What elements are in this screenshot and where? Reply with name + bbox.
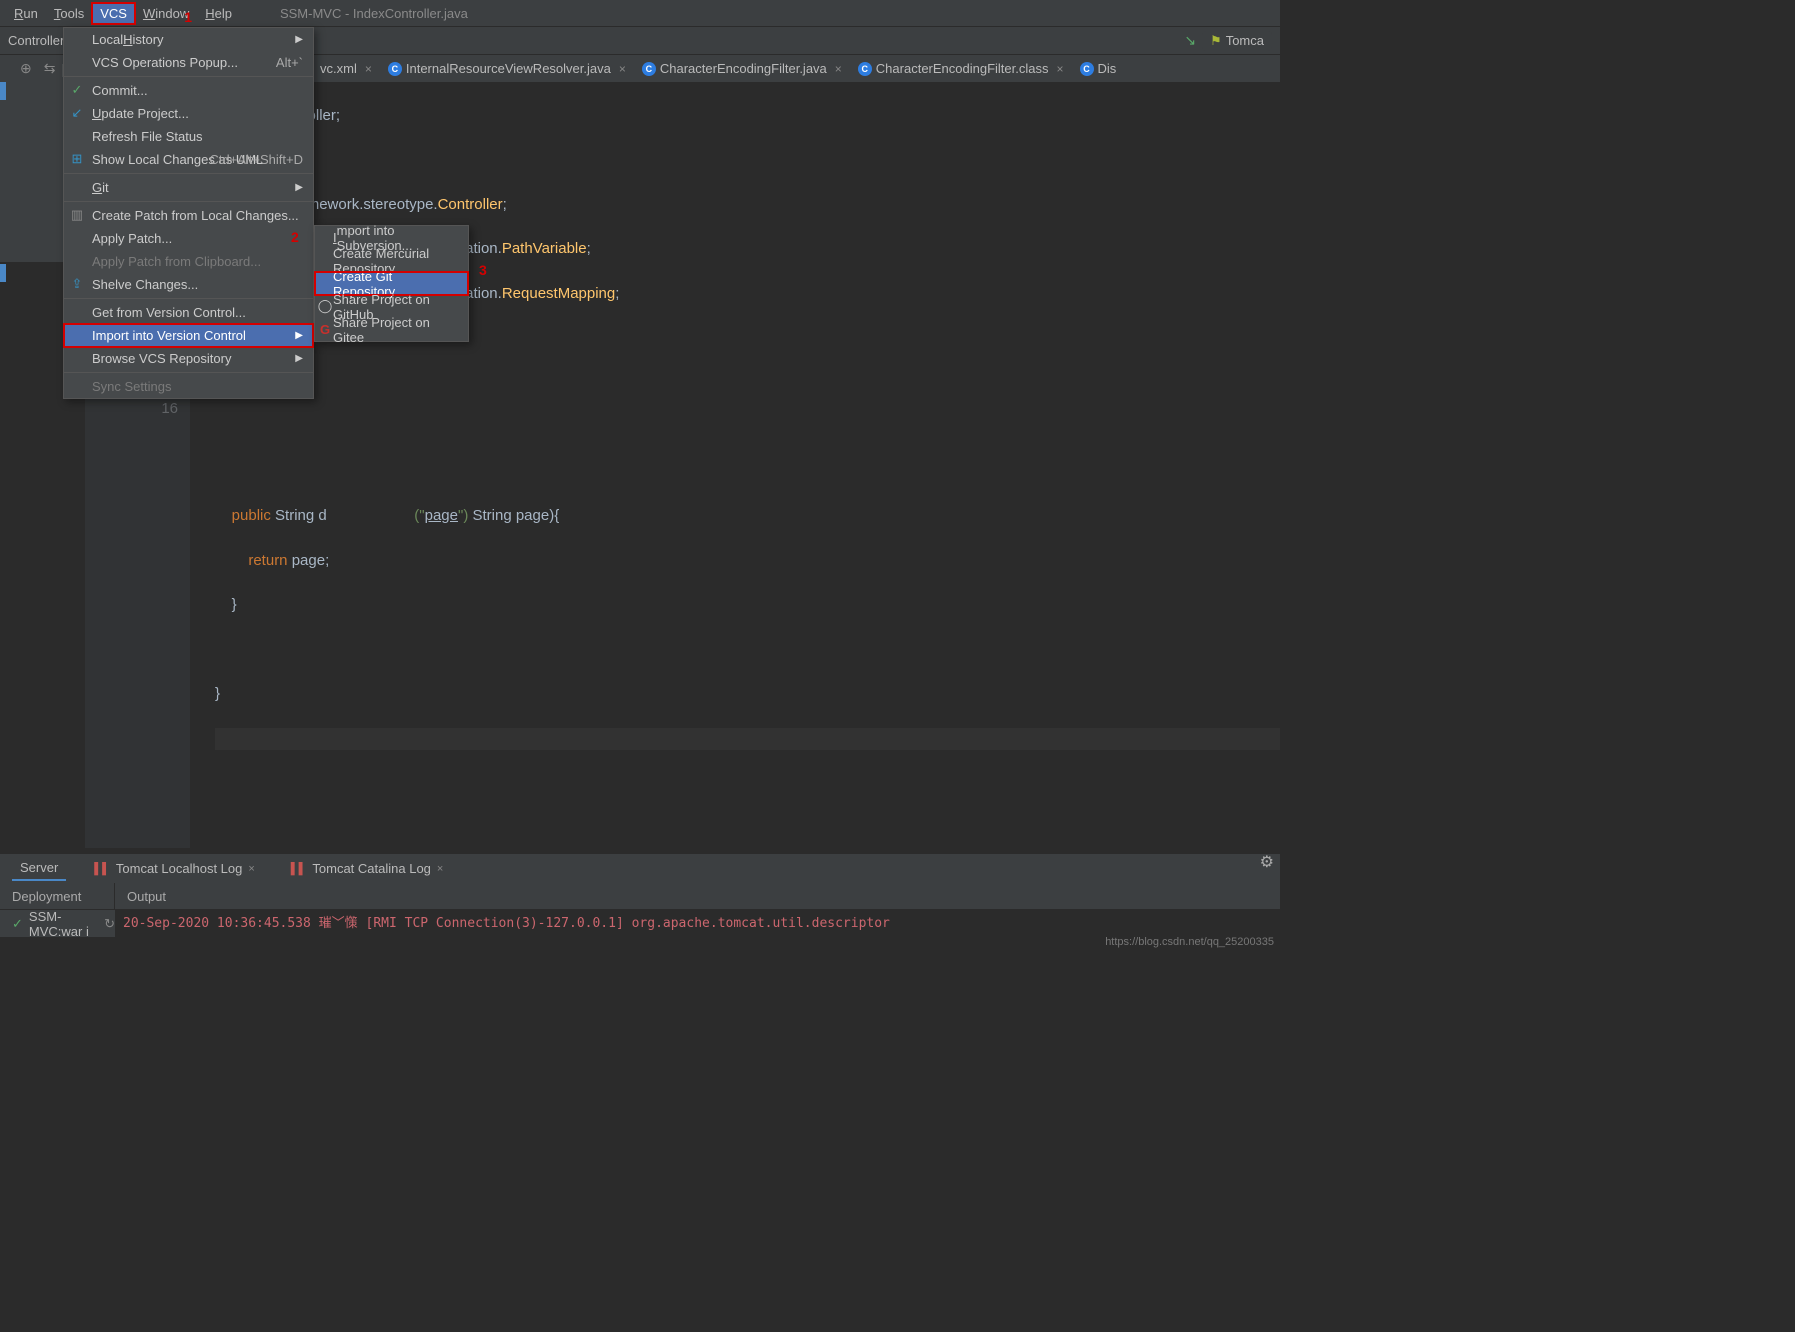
- build-icon[interactable]: ↘: [1184, 32, 1196, 49]
- watermark: https://blog.csdn.net/qq_25200335: [1105, 936, 1274, 948]
- menu-help[interactable]: Help: [197, 3, 240, 24]
- menu-get-vc[interactable]: Get from Version Control...: [64, 301, 313, 324]
- log-output[interactable]: 20-Sep-2020 10:36:45.538 璀﹀憡 [RMI TCP Co…: [115, 910, 1280, 937]
- uml-icon: ⊞: [70, 152, 84, 166]
- menu-update-project[interactable]: ↙Update Project...: [64, 102, 313, 125]
- run-panel-header: Deployment Output: [0, 883, 1280, 910]
- gear-icon[interactable]: ⚙: [1260, 852, 1274, 872]
- change-marker: [0, 264, 6, 282]
- close-icon[interactable]: ×: [1057, 62, 1064, 76]
- menu-separator: [64, 76, 313, 77]
- tab-tomcat-localhost[interactable]: ▌▌Tomcat Localhost Log×: [86, 857, 263, 880]
- menu-vcs[interactable]: VCS1: [92, 3, 135, 24]
- annotation-1: 1: [184, 9, 192, 25]
- gitee-icon: G: [318, 322, 332, 336]
- close-icon[interactable]: ×: [437, 863, 443, 875]
- chevron-right-icon: ▶: [295, 34, 303, 45]
- vcs-dropdown-menu: Local History▶ VCS Operations Popup...Al…: [63, 27, 314, 399]
- menu-shelve[interactable]: ⇪Shelve Changes...: [64, 273, 313, 296]
- tab-resolver[interactable]: CInternalResourceViewResolver.java×: [380, 57, 634, 80]
- menu-tools[interactable]: Tools: [46, 3, 92, 24]
- code-content[interactable]: troller; amework.stereotype.Controller; …: [215, 82, 1280, 795]
- deployment-label[interactable]: Deployment: [0, 883, 115, 909]
- tab-tomcat-catalina[interactable]: ▌▌Tomcat Catalina Log×: [283, 857, 452, 880]
- artifact-label[interactable]: SSM-MVC:war i: [29, 909, 98, 939]
- tomcat-icon: ⚑: [1210, 33, 1222, 49]
- tab-filter-class[interactable]: CCharacterEncodingFilter.class×: [850, 57, 1072, 80]
- window-title: SSM-MVC - IndexController.java: [280, 6, 468, 21]
- chevron-right-icon: ▶: [295, 330, 303, 341]
- class-icon: C: [642, 62, 656, 76]
- annotation-2: 2: [291, 229, 299, 245]
- close-icon[interactable]: ×: [619, 62, 626, 76]
- menu-separator: [64, 372, 313, 373]
- menu-apply-patch-clipboard: Apply Patch from Clipboard...: [64, 250, 313, 273]
- menu-run[interactable]: Run: [6, 3, 46, 24]
- tab-server[interactable]: Server: [12, 856, 66, 881]
- tool-window-tabs: Server ▌▌Tomcat Localhost Log× ▌▌Tomcat …: [0, 853, 1280, 883]
- close-icon[interactable]: ×: [835, 62, 842, 76]
- tab-filter-java[interactable]: CCharacterEncodingFilter.java×: [634, 57, 850, 80]
- menu-sync-settings: Sync Settings: [64, 375, 313, 398]
- menu-create-patch[interactable]: ▥Create Patch from Local Changes...: [64, 204, 313, 227]
- patch-icon: ▥: [70, 208, 84, 222]
- menu-git[interactable]: Git▶: [64, 176, 313, 199]
- close-icon[interactable]: ×: [248, 863, 254, 875]
- menu-bar: Run Tools VCS1 Window Help SSM-MVC - Ind…: [0, 0, 1280, 27]
- chevron-right-icon: ▶: [295, 353, 303, 364]
- breadcrumb[interactable]: Controller: [8, 33, 64, 48]
- submenu-share-gitee[interactable]: GShare Project on Gitee: [315, 318, 468, 341]
- annotation-3: 3: [479, 262, 487, 278]
- menu-commit[interactable]: ✓Commit...: [64, 79, 313, 102]
- output-bar: ✓ SSM-MVC:war i ↻ 20-Sep-2020 10:36:45.5…: [0, 910, 1280, 937]
- target-icon[interactable]: ⊕: [20, 60, 32, 77]
- chevron-right-icon: ▶: [295, 182, 303, 193]
- menu-separator: [64, 201, 313, 202]
- menu-separator: [64, 298, 313, 299]
- log-icon: ▌▌: [94, 863, 110, 875]
- run-config-label: Tomca: [1226, 33, 1264, 48]
- menu-import-vc[interactable]: Import into Version Control▶: [64, 324, 313, 347]
- tab-xml[interactable]: vc.xml×: [312, 57, 380, 80]
- update-icon: ↙: [70, 106, 84, 120]
- menu-apply-patch[interactable]: Apply Patch...: [64, 227, 313, 250]
- close-icon[interactable]: ×: [365, 62, 372, 76]
- check-icon: ✓: [70, 83, 84, 97]
- tab-dis[interactable]: CDis: [1072, 57, 1125, 80]
- editor-tabs: vc.xml× CInternalResourceViewResolver.ja…: [312, 55, 1280, 82]
- class-icon: C: [858, 62, 872, 76]
- sync-icon[interactable]: ↻: [104, 916, 115, 932]
- menu-browse-vcs[interactable]: Browse VCS Repository▶: [64, 347, 313, 370]
- menu-local-history[interactable]: Local History▶: [64, 28, 313, 51]
- class-icon: C: [388, 62, 402, 76]
- log-icon: ▌▌: [291, 863, 307, 875]
- change-marker: [0, 82, 6, 100]
- import-vc-submenu: Import into Subversion... Create Mercuri…: [314, 225, 469, 342]
- menu-refresh[interactable]: Refresh File Status: [64, 125, 313, 148]
- success-icon: ✓: [12, 916, 23, 932]
- github-icon: ◯: [318, 299, 332, 313]
- menu-vcs-popup[interactable]: VCS Operations Popup...Alt+`: [64, 51, 313, 74]
- menu-show-local-uml[interactable]: ⊞Show Local Changes as UMLCtrl+Alt+Shift…: [64, 148, 313, 171]
- shelve-icon: ⇪: [70, 277, 84, 291]
- class-icon: C: [1080, 62, 1094, 76]
- output-label[interactable]: Output: [115, 889, 166, 904]
- run-config-button[interactable]: ⚑ Tomca: [1202, 31, 1272, 51]
- collapse-icon[interactable]: ⇆: [44, 60, 56, 77]
- menu-separator: [64, 173, 313, 174]
